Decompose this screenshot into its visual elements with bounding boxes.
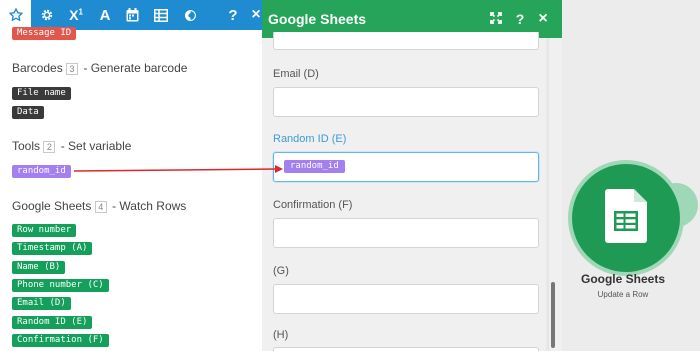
group-action: - Watch Rows xyxy=(112,199,187,213)
mapping-pill-random-id-e[interactable]: Random ID (E) xyxy=(12,316,93,329)
settings-scrollbar[interactable] xyxy=(551,282,555,348)
expand-icon xyxy=(490,11,502,27)
favorites-tab[interactable] xyxy=(0,0,31,30)
help-icon: ? xyxy=(515,11,525,27)
mapping-pill-file-name[interactable]: File name xyxy=(12,87,71,100)
mapping-panel: X1 A ? × Message ID Barcodes 3 - Generat… xyxy=(0,0,270,351)
general-functions-tab[interactable] xyxy=(33,0,61,30)
module-number-badge: 3 xyxy=(66,63,79,75)
group-action: - Generate barcode xyxy=(83,61,188,75)
column-h-field[interactable] xyxy=(273,347,539,351)
mapping-pill-name[interactable]: Name (B) xyxy=(12,261,66,274)
email-field[interactable] xyxy=(273,87,539,117)
mapping-pill-email[interactable]: Email (D) xyxy=(12,297,71,310)
text-icon: A xyxy=(99,6,111,24)
mapped-pill-random-id[interactable]: random_id xyxy=(284,160,345,173)
panel-divider xyxy=(545,38,549,351)
group-title-barcodes: Barcodes 3 - Generate barcode xyxy=(12,61,187,75)
text-functions-tab[interactable]: A xyxy=(91,0,119,30)
google-sheets-icon xyxy=(605,188,647,248)
calendar-icon xyxy=(126,8,139,22)
module-circle[interactable] xyxy=(572,164,680,272)
mapping-pill-confirmation[interactable]: Confirmation (F) xyxy=(12,334,109,347)
superscript-icon: X1 xyxy=(69,7,83,23)
table-icon xyxy=(154,8,168,22)
gear-icon xyxy=(40,8,54,22)
mapping-items: Message ID Barcodes 3 - Generate barcode… xyxy=(0,27,262,351)
confirmation-field[interactable] xyxy=(273,218,539,248)
module-settings-panel: Google Sheets ? × Email (D) Random ID (E… xyxy=(262,0,562,351)
mapping-pill-random-id[interactable]: random_id xyxy=(12,165,71,178)
math-functions-tab[interactable]: X1 xyxy=(62,0,90,30)
other-functions-tab[interactable] xyxy=(176,0,204,30)
module-help-button[interactable]: ? xyxy=(510,8,530,30)
close-settings-button[interactable]: × xyxy=(533,8,553,30)
field-label-confirmation: Confirmation (F) xyxy=(273,199,353,211)
field-label-email: Email (D) xyxy=(273,68,319,80)
random-id-field[interactable]: random_id xyxy=(273,152,539,182)
group-name: Google Sheets xyxy=(12,199,92,213)
mapping-pill-timestamp[interactable]: Timestamp (A) xyxy=(12,242,93,255)
array-functions-tab[interactable] xyxy=(147,0,175,30)
close-icon: × xyxy=(538,10,548,27)
group-action: - Set variable xyxy=(60,139,132,153)
help-button[interactable]: ? xyxy=(222,0,244,30)
scenario-module[interactable]: Google Sheets Update a Row xyxy=(562,0,700,351)
module-number-badge: 4 xyxy=(94,201,107,213)
mapping-pill-row-number[interactable]: Row number xyxy=(12,224,77,237)
contrast-icon xyxy=(184,9,197,22)
close-icon: × xyxy=(251,6,261,23)
mapping-toolbar: X1 A ? × xyxy=(0,0,270,30)
field-label-g: (G) xyxy=(273,265,289,277)
previous-field-input[interactable] xyxy=(273,32,539,50)
module-name: Google Sheets xyxy=(580,272,666,286)
group-name: Tools xyxy=(12,139,41,153)
mapping-pill-phone-number[interactable]: Phone number (C) xyxy=(12,279,109,292)
date-functions-tab[interactable] xyxy=(118,0,146,30)
superscript-sup: 1 xyxy=(78,7,83,17)
field-label-random-id: Random ID (E) xyxy=(273,133,347,145)
mapping-pill-message-id[interactable]: Message ID xyxy=(12,27,77,40)
module-action: Update a Row xyxy=(597,290,649,299)
group-title-google-sheets: Google Sheets 4 - Watch Rows xyxy=(12,199,186,213)
module-number-badge: 2 xyxy=(43,141,56,153)
field-label-h: (H) xyxy=(273,329,289,341)
group-title-tools: Tools 2 - Set variable xyxy=(12,139,131,153)
group-name: Barcodes xyxy=(12,61,63,75)
module-settings-title: Google Sheets xyxy=(268,11,367,27)
star-icon xyxy=(8,7,24,23)
help-icon: ? xyxy=(228,6,238,24)
column-g-field[interactable] xyxy=(273,284,539,314)
mapping-pill-data[interactable]: Data xyxy=(12,106,44,119)
expand-button[interactable] xyxy=(486,8,506,30)
